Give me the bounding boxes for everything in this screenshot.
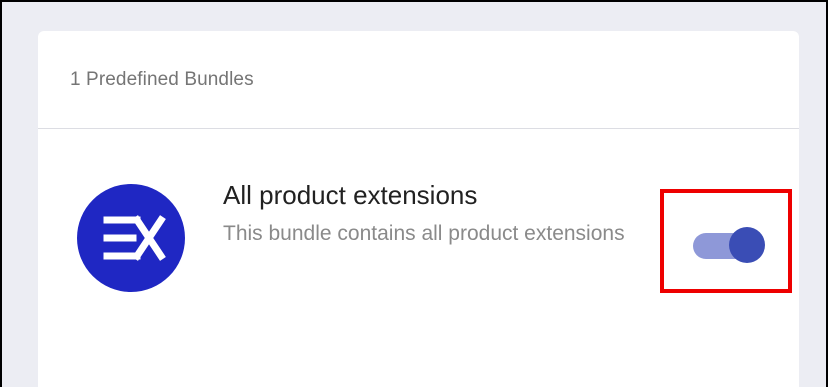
bundle-text: All product extensions This bundle conta…	[223, 178, 653, 252]
toggle-knob[interactable]	[729, 227, 765, 263]
bundles-card: 1 Predefined Bundles All product extensi…	[38, 31, 799, 391]
bundle-toggle[interactable]	[693, 227, 765, 265]
bundles-count-title: 1 Predefined Bundles	[70, 68, 254, 90]
ex-logo-icon	[77, 184, 185, 292]
card-header: 1 Predefined Bundles	[38, 31, 799, 129]
window-frame: 1 Predefined Bundles All product extensi…	[0, 0, 828, 391]
bundle-description: This bundle contains all product extensi…	[223, 222, 625, 245]
bundle-item: All product extensions This bundle conta…	[38, 129, 799, 329]
bundle-title: All product extensions	[223, 180, 478, 210]
